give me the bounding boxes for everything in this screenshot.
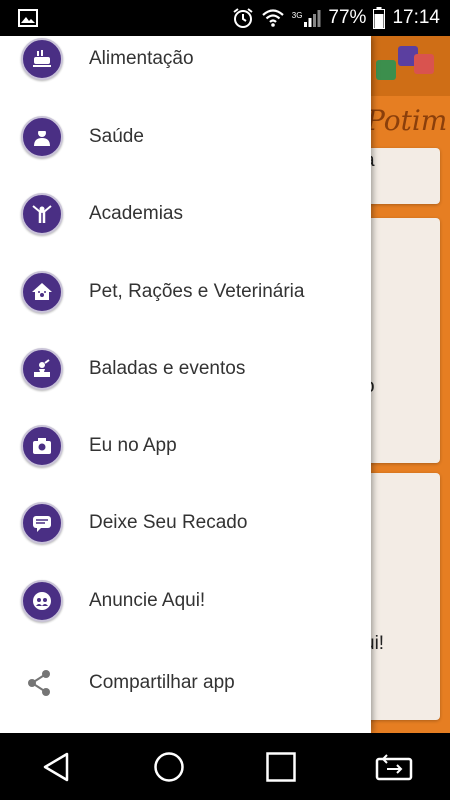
status-bar: 3G 77% 17:14: [0, 0, 450, 36]
menu-item-academias[interactable]: Academias: [0, 179, 371, 249]
message-icon: [21, 502, 63, 544]
menu-item-baladas[interactable]: Baladas e eventos: [0, 334, 371, 404]
menu-item-anuncie[interactable]: Anuncie Aqui!: [0, 566, 371, 636]
fitness-icon: [21, 193, 63, 235]
system-navigation-bar: [0, 733, 450, 800]
car-mini-icon: [376, 60, 396, 80]
recents-icon: [266, 751, 296, 782]
recents-button[interactable]: [251, 742, 311, 792]
image-notification-icon: [18, 9, 38, 27]
battery-percent: 77%: [328, 7, 367, 28]
menu-label: Baladas e eventos: [89, 358, 246, 379]
menu-item-deixe-recado[interactable]: Deixe Seu Recado: [0, 488, 371, 558]
menu-label: Eu no App: [89, 435, 177, 456]
menu-item-saude[interactable]: Saúde: [0, 102, 371, 172]
party-icon: [21, 348, 63, 390]
menu-label: Saúde: [89, 126, 144, 147]
brand-logo-text: Potim: [366, 104, 448, 137]
back-button[interactable]: [26, 742, 86, 792]
menu-label: Compartilhar app: [89, 672, 235, 693]
share-icon: [28, 670, 50, 696]
menu-item-eu-no-app[interactable]: Eu no App: [0, 411, 371, 481]
battery-icon: [373, 7, 386, 29]
switch-icon: [375, 753, 412, 780]
menu-label: Alimentação: [89, 48, 194, 69]
navigation-drawer: Alimentação Saúde Academias Pet, Rações …: [0, 36, 371, 733]
switch-sim-button[interactable]: [364, 742, 424, 792]
menu-label: Academias: [89, 203, 183, 224]
doctor-icon: [21, 116, 63, 158]
home-icon: [154, 751, 184, 782]
food-icon: [21, 38, 63, 80]
background-card[interactable]: ui!: [362, 473, 440, 720]
pet-icon: [21, 271, 63, 313]
gift-mini-icon: [414, 54, 434, 74]
home-button[interactable]: [139, 742, 199, 792]
advertise-icon: [21, 580, 63, 622]
clock: 17:14: [392, 7, 440, 28]
network-type: 3G: [291, 11, 303, 20]
menu-item-alimentacao[interactable]: Alimentação: [0, 36, 371, 94]
wifi-icon: [262, 9, 284, 27]
camera-icon: [21, 425, 63, 467]
back-icon: [44, 752, 69, 781]
background-card[interactable]: a: [362, 148, 440, 204]
signal-icon: [304, 10, 321, 27]
menu-item-pet[interactable]: Pet, Rações e Veterinária: [0, 257, 371, 327]
menu-item-compartilhar[interactable]: Compartilhar app: [0, 648, 371, 718]
menu-label: Deixe Seu Recado: [89, 512, 248, 533]
background-card[interactable]: o: [362, 218, 440, 463]
menu-label: Pet, Rações e Veterinária: [89, 281, 305, 302]
menu-label: Anuncie Aqui!: [89, 590, 206, 611]
alarm-icon: [233, 8, 253, 28]
